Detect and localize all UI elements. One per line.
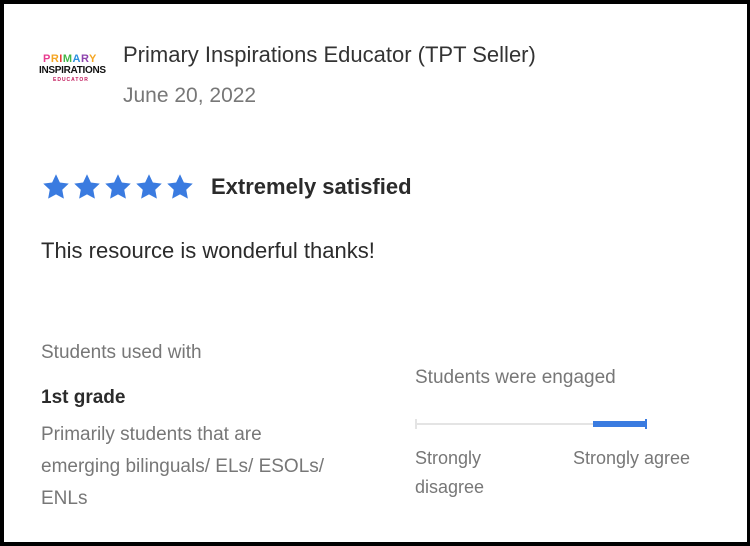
logo-line-inspirations: INSPIRATIONS bbox=[39, 65, 106, 76]
logo-line-educator: EDUCATOR bbox=[53, 77, 89, 83]
scale-label-strongly-agree: Strongly agree bbox=[573, 448, 691, 468]
scale-label-strongly-disagree: Strongly disagree bbox=[415, 448, 485, 497]
review-card: PRIMARY INSPIRATIONS EDUCATOR Primary In… bbox=[0, 0, 750, 546]
star-icon bbox=[43, 174, 69, 199]
star-icon bbox=[167, 174, 193, 199]
review-date: June 20, 2022 bbox=[123, 84, 257, 107]
seller-logo: PRIMARY INSPIRATIONS EDUCATOR bbox=[39, 51, 106, 87]
star-icon bbox=[105, 174, 131, 199]
students-used-with-heading: Students used with bbox=[41, 342, 202, 363]
star-icon bbox=[74, 174, 100, 199]
logo-line-primary: PRIMARY bbox=[43, 53, 97, 65]
engagement-scale-fill bbox=[592, 421, 647, 427]
star-rating bbox=[41, 172, 195, 202]
star-icon bbox=[136, 174, 162, 199]
student-population: Primarily students that are emerging bil… bbox=[41, 424, 325, 509]
engagement-scale-start bbox=[415, 419, 417, 429]
rating-label: Extremely satisfied bbox=[211, 174, 412, 199]
grade-level: 1st grade bbox=[41, 387, 126, 408]
review-body: This resource is wonderful thanks! bbox=[41, 238, 375, 263]
reviewer-name: Primary Inspirations Educator (TPT Selle… bbox=[123, 42, 536, 67]
engagement-heading: Students were engaged bbox=[415, 367, 616, 388]
engagement-scale-end bbox=[645, 419, 647, 429]
